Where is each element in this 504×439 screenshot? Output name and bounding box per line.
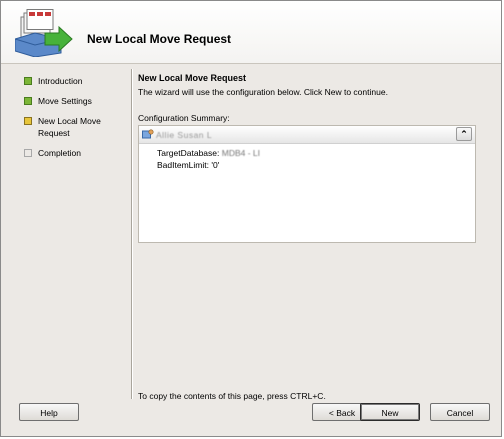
step-move-settings: Move Settings [23,95,128,115]
detail-key: TargetDatabase: [157,148,220,158]
step-label: Introduction [38,76,83,86]
wizard-content: New Local Move Request The wizard will u… [138,71,483,243]
summary-item-name: Allie Susan L [156,130,213,140]
collapse-button[interactable]: ⌃ [456,127,472,141]
step-label: Move Settings [38,96,92,106]
wizard-steps: Introduction Move Settings New Local Mov… [23,75,128,167]
summary-label: Configuration Summary: [138,113,230,123]
step-current-icon [24,117,32,125]
detail-key: BadItemLimit: [157,160,209,170]
wizard-title: New Local Move Request [87,32,232,46]
detail-bad-item-limit: BadItemLimit: '0' [157,160,219,170]
step-new-local-move-request: New Local Move Request [23,115,128,147]
detail-target-database: TargetDatabase: MDB4 - LI [157,148,260,158]
configuration-summary[interactable]: Allie Susan L ⌃ TargetDatabase: MDB4 - L… [138,125,476,243]
wizard-header: New Local Move Request [1,1,501,64]
step-introduction: Introduction [23,75,128,95]
nav-divider [131,69,132,399]
step-complete-icon [24,97,32,105]
move-mailbox-icon [15,9,73,57]
mailbox-user-icon [142,129,154,139]
page-title: New Local Move Request [138,73,247,83]
wizard-window: New Local Move Request Introduction Move… [0,0,502,437]
step-label: New Local Move Request [38,116,101,138]
step-label: Completion [38,148,81,158]
detail-value: MDB4 - LI [221,148,261,158]
page-description: The wizard will use the configuration be… [138,87,388,97]
new-button[interactable]: New [360,403,420,421]
cancel-button[interactable]: Cancel [430,403,490,421]
step-complete-icon [24,77,32,85]
step-completion: Completion [23,147,128,167]
step-pending-icon [24,149,32,157]
summary-item-header[interactable]: Allie Susan L ⌃ [139,126,475,144]
copy-hint: To copy the contents of this page, press… [138,391,326,401]
help-button[interactable]: Help [19,403,79,421]
chevron-up-icon: ⌃ [460,129,468,139]
detail-value: '0' [211,160,220,170]
